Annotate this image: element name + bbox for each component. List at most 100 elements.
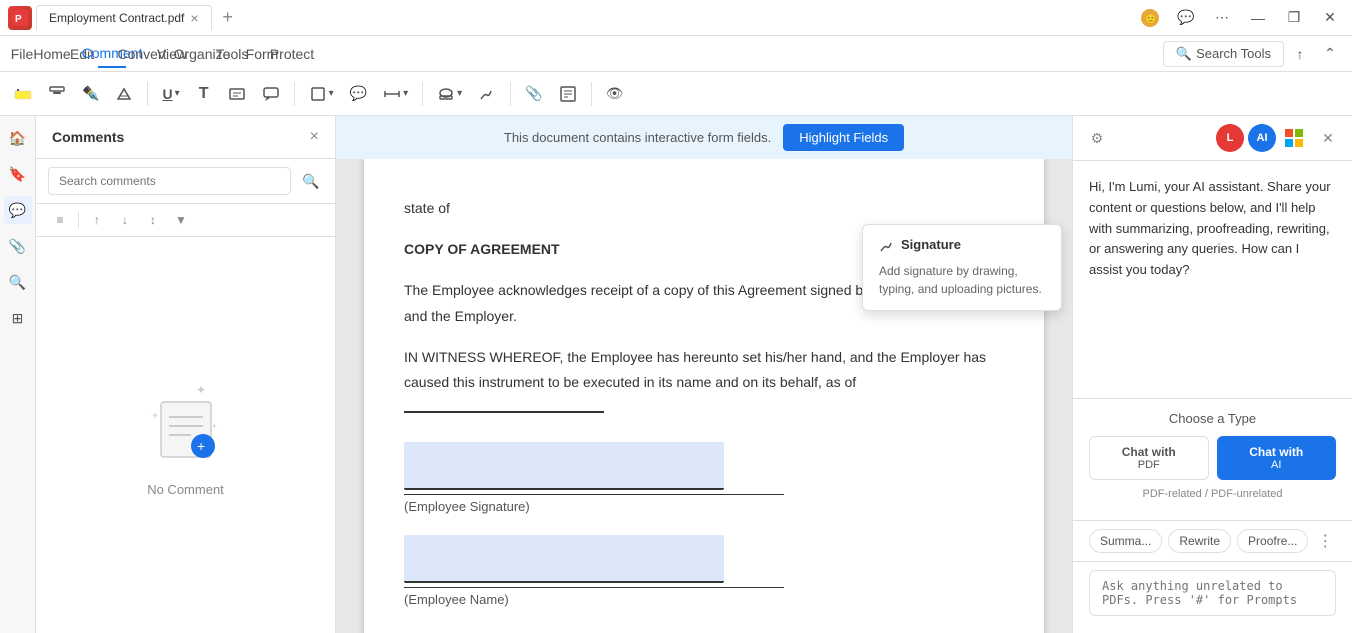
active-tab[interactable]: Employment Contract.pdf × xyxy=(36,5,212,30)
title-bar-actions: 🙂 💬 ⋯ — ❐ ✕ xyxy=(1136,4,1344,32)
chat-with-ai-btn[interactable]: Chat with AI xyxy=(1217,436,1337,480)
upload-btn[interactable]: ↑ xyxy=(1286,40,1314,68)
signature-tooltip: Signature Add signature by drawing, typi… xyxy=(862,224,1062,311)
sidebar-attach-icon[interactable]: 📎 xyxy=(4,232,32,260)
svg-text:✦: ✦ xyxy=(151,411,159,422)
highlight-fields-btn[interactable]: Highlight Fields xyxy=(783,124,904,151)
comments-search-bar: 🔍 xyxy=(36,159,335,204)
notification-text: This document contains interactive form … xyxy=(504,130,771,145)
sidebar-search-icon[interactable]: 🔍 xyxy=(4,268,32,296)
ai-close-btn[interactable]: ✕ xyxy=(1316,126,1340,150)
no-comment-illustration: ✦ ✦ ✦ + xyxy=(136,374,236,474)
comments-search-btn[interactable]: 🔍 xyxy=(299,169,323,193)
chat-btn[interactable]: 💬 xyxy=(1172,4,1200,32)
attach-btn[interactable]: 📎 xyxy=(519,78,548,110)
more-btn[interactable]: ⋯ xyxy=(1208,4,1236,32)
filter-list-icon[interactable]: ≡ xyxy=(48,208,72,232)
filter-dropdown-icon[interactable]: ▼ xyxy=(169,208,193,232)
new-tab-btn[interactable]: + xyxy=(216,6,240,30)
highlight-btn[interactable] xyxy=(8,78,38,110)
chat-with-pdf-btn[interactable]: Chat with PDF xyxy=(1089,436,1209,480)
title-bar: P Employment Contract.pdf × + 🙂 💬 ⋯ — ❐ … xyxy=(0,0,1352,36)
employee-name-label: (Employee Name) xyxy=(404,588,1004,611)
pdf-area: This document contains interactive form … xyxy=(336,116,1072,633)
ai-settings-icon[interactable]: ⚙ xyxy=(1085,126,1109,150)
title-bar-left: P Employment Contract.pdf × + xyxy=(8,5,240,30)
sticky-note-btn[interactable] xyxy=(553,78,583,110)
comments-panel-close[interactable]: × xyxy=(310,128,319,146)
svg-text:✦: ✦ xyxy=(211,422,218,431)
comments-search-input[interactable] xyxy=(48,167,291,195)
file-menu-btn[interactable]: File xyxy=(8,40,36,68)
choose-type-label: Choose a Type xyxy=(1089,411,1336,426)
underline-btn[interactable]: U▾ xyxy=(156,78,185,110)
ai-lumi-avatar: L xyxy=(1216,124,1244,152)
svg-text:+: + xyxy=(197,438,205,454)
ai-input[interactable] xyxy=(1089,570,1336,616)
pdf-para-state: state of xyxy=(404,196,1004,221)
main-layout: 🏠 🔖 💬 📎 🔍 ⊞ Comments × 🔍 ≡ ↑ ↓ ↕ ▼ ✦ xyxy=(0,116,1352,633)
measure-btn[interactable]: ▾ xyxy=(377,78,414,110)
stamp-btn[interactable]: ▾ xyxy=(431,78,468,110)
search-tools-btn[interactable]: 🔍 Search Tools xyxy=(1163,41,1284,67)
menu-home[interactable]: Home xyxy=(38,40,66,68)
sidebar-comment-icon[interactable]: 💬 xyxy=(4,196,32,224)
sidebar-layers-icon[interactable]: ⊞ xyxy=(4,304,32,332)
signature-tool-btn[interactable] xyxy=(472,78,502,110)
callout-btn[interactable] xyxy=(256,78,286,110)
filter-sort-desc-icon[interactable]: ↓ xyxy=(113,208,137,232)
ai-header: ⚙ L AI ✕ xyxy=(1073,116,1352,161)
no-comment-text: No Comment xyxy=(147,482,224,497)
svg-text:🙂: 🙂 xyxy=(1145,14,1156,24)
comments-filter-toolbar: ≡ ↑ ↓ ↕ ▼ xyxy=(36,204,335,237)
toolbar: ✒️ U▾ T ▾ 💬 ▾ ▾ 📎 👁 xyxy=(0,72,1352,116)
close-btn[interactable]: ✕ xyxy=(1316,4,1344,32)
type-buttons: Chat with PDF Chat with AI xyxy=(1089,436,1336,480)
menu-bar: File Home Edit Comment Convert View Orga… xyxy=(0,36,1352,72)
pdf-related-label: PDF-related / PDF-unrelated xyxy=(1089,488,1336,500)
comments-panel-title: Comments xyxy=(52,129,124,145)
filter-sort-asc-icon[interactable]: ↑ xyxy=(85,208,109,232)
profile-btn[interactable]: 🙂 xyxy=(1136,4,1164,32)
proofre-btn[interactable]: Proofre... xyxy=(1237,529,1308,553)
quick-actions-more-btn[interactable]: ⋮ xyxy=(1314,529,1336,553)
bookmark-btn[interactable] xyxy=(42,78,72,110)
summa-btn[interactable]: Summa... xyxy=(1089,529,1162,553)
show-hide-btn[interactable]: 👁 xyxy=(600,78,630,110)
tab-title: Employment Contract.pdf xyxy=(49,11,184,25)
minimize-btn[interactable]: — xyxy=(1244,4,1272,32)
menu-organize[interactable]: Organize xyxy=(188,40,216,68)
comment-bubble-btn[interactable]: 💬 xyxy=(344,78,373,110)
eraser-btn[interactable] xyxy=(109,78,139,110)
menu-convert[interactable]: Convert xyxy=(128,40,156,68)
svg-text:✦: ✦ xyxy=(196,383,206,397)
comments-panel-header: Comments × xyxy=(36,116,335,159)
signature-tooltip-title: Signature xyxy=(901,237,961,252)
sidebar-home-icon[interactable]: 🏠 xyxy=(4,124,32,152)
pen-btn[interactable]: ✒️ xyxy=(76,78,105,110)
text-btn[interactable]: T xyxy=(190,78,218,110)
rewrite-btn[interactable]: Rewrite xyxy=(1168,529,1231,553)
collapse-btn[interactable]: ⌃ xyxy=(1316,40,1344,68)
ai-message-area: Hi, I'm Lumi, your AI assistant. Share y… xyxy=(1073,161,1352,398)
employee-signature-field[interactable] xyxy=(404,442,724,490)
menu-protect[interactable]: Protect xyxy=(278,40,306,68)
search-tools-label: Search Tools xyxy=(1196,46,1271,61)
comments-panel: Comments × 🔍 ≡ ↑ ↓ ↕ ▼ ✦ ✦ ✦ xyxy=(36,116,336,633)
svg-text:P: P xyxy=(15,14,22,25)
employee-name-field[interactable] xyxy=(404,535,724,583)
ai-panel: ⚙ L AI ✕ Hi, I'm Lumi, your AI assistant… xyxy=(1072,116,1352,633)
quick-actions: Summa... Rewrite Proofre... ⋮ xyxy=(1073,520,1352,561)
sidebar-bookmark-icon[interactable]: 🔖 xyxy=(4,160,32,188)
tab-close-btn[interactable]: × xyxy=(190,10,198,26)
textbox-btn[interactable] xyxy=(222,78,252,110)
restore-btn[interactable]: ❐ xyxy=(1280,4,1308,32)
signature-tooltip-icon xyxy=(879,239,895,255)
no-comment-area: ✦ ✦ ✦ + No Comment xyxy=(36,237,335,633)
pdf-notification-bar: This document contains interactive form … xyxy=(336,116,1072,159)
menu-tools[interactable]: Tools xyxy=(218,40,246,68)
ai-type-section: Choose a Type Chat with PDF Chat with AI… xyxy=(1073,398,1352,520)
search-icon: 🔍 xyxy=(1176,46,1192,62)
filter-sort-alt-icon[interactable]: ↕ xyxy=(141,208,165,232)
shape-btn[interactable]: ▾ xyxy=(303,78,340,110)
